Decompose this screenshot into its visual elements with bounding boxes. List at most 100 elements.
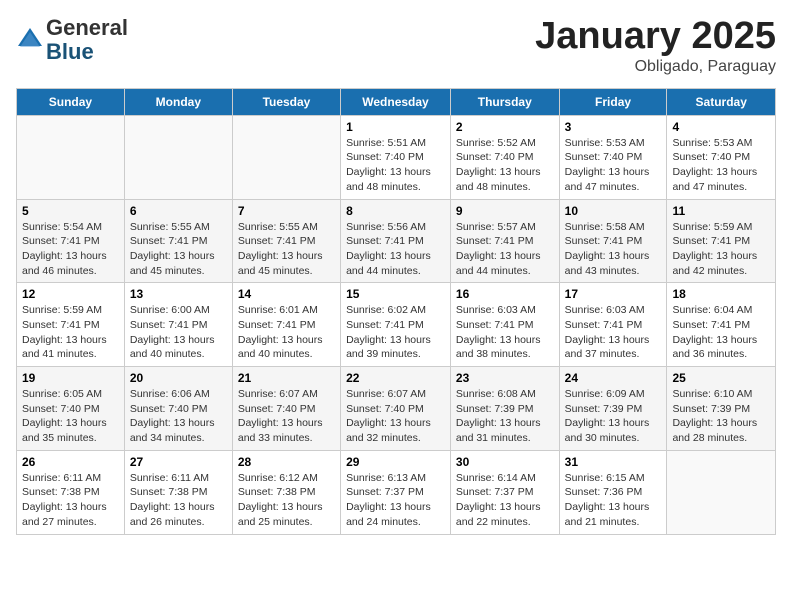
day-info: Sunrise: 6:03 AM Sunset: 7:41 PM Dayligh… [456, 303, 554, 362]
calendar-cell [124, 115, 232, 199]
day-number: 22 [346, 371, 445, 385]
day-info: Sunrise: 6:10 AM Sunset: 7:39 PM Dayligh… [672, 387, 770, 446]
day-number: 14 [238, 287, 335, 301]
day-info: Sunrise: 5:59 AM Sunset: 7:41 PM Dayligh… [672, 220, 770, 279]
day-info: Sunrise: 6:06 AM Sunset: 7:40 PM Dayligh… [130, 387, 227, 446]
day-info: Sunrise: 5:58 AM Sunset: 7:41 PM Dayligh… [565, 220, 662, 279]
day-number: 28 [238, 455, 335, 469]
day-info: Sunrise: 6:13 AM Sunset: 7:37 PM Dayligh… [346, 471, 445, 530]
calendar-table: SundayMondayTuesdayWednesdayThursdayFrid… [16, 88, 776, 535]
day-info: Sunrise: 6:12 AM Sunset: 7:38 PM Dayligh… [238, 471, 335, 530]
calendar-cell [232, 115, 340, 199]
day-info: Sunrise: 6:11 AM Sunset: 7:38 PM Dayligh… [22, 471, 119, 530]
day-info: Sunrise: 6:09 AM Sunset: 7:39 PM Dayligh… [565, 387, 662, 446]
calendar-cell [17, 115, 125, 199]
calendar-cell: 6Sunrise: 5:55 AM Sunset: 7:41 PM Daylig… [124, 199, 232, 283]
calendar-cell: 22 Sunrise: 6:07 AM Sunset: 7:40 PM Dayli… [341, 367, 451, 451]
col-header-sunday: Sunday [17, 88, 125, 115]
calendar-cell: 27 Sunrise: 6:11 AM Sunset: 7:38 PM Dayli… [124, 450, 232, 534]
day-info: Sunrise: 6:15 AM Sunset: 7:36 PM Dayligh… [565, 471, 662, 530]
day-number: 21 [238, 371, 335, 385]
calendar-cell: 4 Sunrise: 5:53 AM Sunset: 7:40 PM Daylig… [667, 115, 776, 199]
calendar-cell: 17 Sunrise: 6:03 AM Sunset: 7:41 PM Dayli… [559, 283, 667, 367]
logo-general-text: General [46, 15, 128, 40]
day-number: 7 [238, 204, 335, 218]
day-number: 12 [22, 287, 119, 301]
day-info: Sunrise: 6:11 AM Sunset: 7:38 PM Dayligh… [130, 471, 227, 530]
day-info: Sunrise: 5:57 AM Sunset: 7:41 PM Dayligh… [456, 220, 554, 279]
day-number: 25 [672, 371, 770, 385]
day-info: Sunrise: 5:53 AM Sunset: 7:40 PM Dayligh… [672, 136, 770, 195]
day-number: 20 [130, 371, 227, 385]
day-number: 2 [456, 120, 554, 134]
calendar-cell [667, 450, 776, 534]
calendar-cell: 14 Sunrise: 6:01 AM Sunset: 7:41 PM Dayli… [232, 283, 340, 367]
calendar-cell: 26Sunrise: 6:11 AM Sunset: 7:38 PM Dayli… [17, 450, 125, 534]
calendar-header-row: SundayMondayTuesdayWednesdayThursdayFrid… [17, 88, 776, 115]
col-header-friday: Friday [559, 88, 667, 115]
day-info: Sunrise: 5:54 AM Sunset: 7:41 PM Dayligh… [22, 220, 119, 279]
day-info: Sunrise: 6:07 AM Sunset: 7:40 PM Dayligh… [346, 387, 445, 446]
day-number: 1 [346, 120, 445, 134]
calendar-cell: 10 Sunrise: 5:58 AM Sunset: 7:41 PM Dayli… [559, 199, 667, 283]
calendar-week-4: 26Sunrise: 6:11 AM Sunset: 7:38 PM Dayli… [17, 450, 776, 534]
day-number: 11 [672, 204, 770, 218]
day-number: 17 [565, 287, 662, 301]
day-info: Sunrise: 5:52 AM Sunset: 7:40 PM Dayligh… [456, 136, 554, 195]
col-header-tuesday: Tuesday [232, 88, 340, 115]
calendar-cell: 2 Sunrise: 5:52 AM Sunset: 7:40 PM Daylig… [450, 115, 559, 199]
calendar-body: 1 Sunrise: 5:51 AM Sunset: 7:40 PM Daylig… [17, 115, 776, 534]
day-number: 5 [22, 204, 119, 218]
calendar-cell: 15Sunrise: 6:02 AM Sunset: 7:41 PM Dayli… [341, 283, 451, 367]
day-number: 18 [672, 287, 770, 301]
col-header-monday: Monday [124, 88, 232, 115]
day-info: Sunrise: 6:07 AM Sunset: 7:40 PM Dayligh… [238, 387, 335, 446]
day-number: 29 [346, 455, 445, 469]
calendar-cell: 5 Sunrise: 5:54 AM Sunset: 7:41 PM Daylig… [17, 199, 125, 283]
calendar-cell: 25 Sunrise: 6:10 AM Sunset: 7:39 PM Dayli… [667, 367, 776, 451]
logo-blue-text: Blue [46, 39, 94, 64]
calendar-title: January 2025 [535, 16, 776, 58]
day-info: Sunrise: 6:00 AM Sunset: 7:41 PM Dayligh… [130, 303, 227, 362]
day-info: Sunrise: 5:51 AM Sunset: 7:40 PM Dayligh… [346, 136, 445, 195]
day-number: 4 [672, 120, 770, 134]
calendar-cell: 1 Sunrise: 5:51 AM Sunset: 7:40 PM Daylig… [341, 115, 451, 199]
day-number: 23 [456, 371, 554, 385]
calendar-subtitle: Obligado, Paraguay [535, 58, 776, 76]
day-info: Sunrise: 5:56 AM Sunset: 7:41 PM Dayligh… [346, 220, 445, 279]
day-info: Sunrise: 6:08 AM Sunset: 7:39 PM Dayligh… [456, 387, 554, 446]
calendar-week-2: 12 Sunrise: 5:59 AM Sunset: 7:41 PM Dayli… [17, 283, 776, 367]
calendar-cell: 21 Sunrise: 6:07 AM Sunset: 7:40 PM Dayli… [232, 367, 340, 451]
logo-icon [16, 26, 44, 54]
calendar-week-0: 1 Sunrise: 5:51 AM Sunset: 7:40 PM Daylig… [17, 115, 776, 199]
logo: General Blue [16, 16, 128, 64]
day-info: Sunrise: 6:14 AM Sunset: 7:37 PM Dayligh… [456, 471, 554, 530]
calendar-cell: 18 Sunrise: 6:04 AM Sunset: 7:41 PM Dayli… [667, 283, 776, 367]
calendar-cell: 13 Sunrise: 6:00 AM Sunset: 7:41 PM Dayli… [124, 283, 232, 367]
col-header-thursday: Thursday [450, 88, 559, 115]
day-info: Sunrise: 6:02 AM Sunset: 7:41 PM Dayligh… [346, 303, 445, 362]
calendar-cell: 28 Sunrise: 6:12 AM Sunset: 7:38 PM Dayli… [232, 450, 340, 534]
calendar-cell: 7Sunrise: 5:55 AM Sunset: 7:41 PM Daylig… [232, 199, 340, 283]
day-info: Sunrise: 6:03 AM Sunset: 7:41 PM Dayligh… [565, 303, 662, 362]
day-number: 30 [456, 455, 554, 469]
day-number: 27 [130, 455, 227, 469]
calendar-cell: 24 Sunrise: 6:09 AM Sunset: 7:39 PM Dayli… [559, 367, 667, 451]
day-info: Sunrise: 5:55 AM Sunset: 7:41 PM Dayligh… [130, 220, 227, 279]
calendar-cell: 3Sunrise: 5:53 AM Sunset: 7:40 PM Daylig… [559, 115, 667, 199]
day-info: Sunrise: 6:04 AM Sunset: 7:41 PM Dayligh… [672, 303, 770, 362]
calendar-week-1: 5 Sunrise: 5:54 AM Sunset: 7:41 PM Daylig… [17, 199, 776, 283]
calendar-cell: 9Sunrise: 5:57 AM Sunset: 7:41 PM Daylig… [450, 199, 559, 283]
col-header-wednesday: Wednesday [341, 88, 451, 115]
calendar-cell: 29 Sunrise: 6:13 AM Sunset: 7:37 PM Dayli… [341, 450, 451, 534]
calendar-cell: 8Sunrise: 5:56 AM Sunset: 7:41 PM Daylig… [341, 199, 451, 283]
calendar-cell: 30 Sunrise: 6:14 AM Sunset: 7:37 PM Dayli… [450, 450, 559, 534]
day-number: 24 [565, 371, 662, 385]
day-number: 10 [565, 204, 662, 218]
day-number: 13 [130, 287, 227, 301]
day-info: Sunrise: 5:59 AM Sunset: 7:41 PM Dayligh… [22, 303, 119, 362]
day-number: 31 [565, 455, 662, 469]
calendar-cell: 16Sunrise: 6:03 AM Sunset: 7:41 PM Dayli… [450, 283, 559, 367]
page-header: General Blue January 2025 Obligado, Para… [16, 16, 776, 76]
day-info: Sunrise: 6:01 AM Sunset: 7:41 PM Dayligh… [238, 303, 335, 362]
